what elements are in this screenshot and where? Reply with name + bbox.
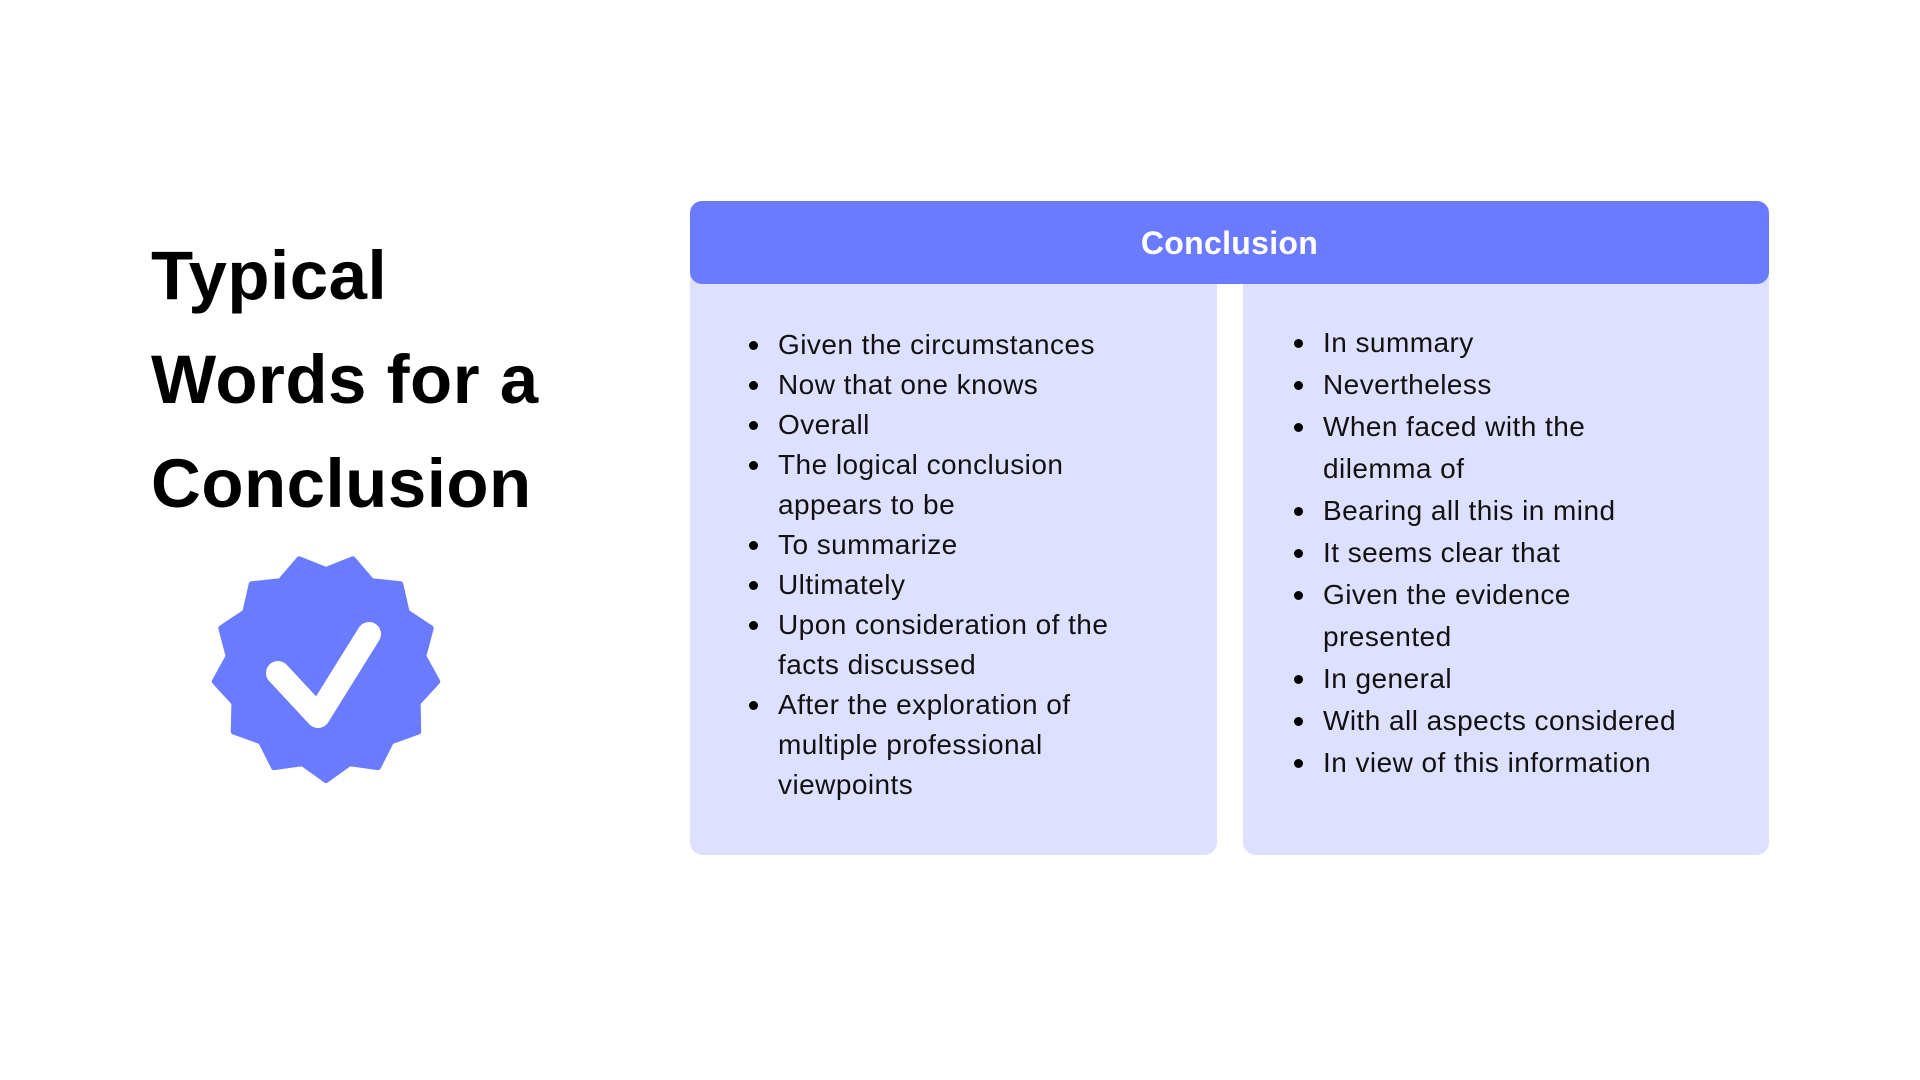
list-item-text: It seems clear that bbox=[1323, 537, 1561, 568]
list-item: Upon consideration of the facts discussed bbox=[749, 605, 1198, 685]
list-item-text: When faced with the bbox=[1323, 411, 1586, 442]
list-item-text: With all aspects considered bbox=[1323, 705, 1676, 736]
right-column: In summary Nevertheless When faced with th… bbox=[1243, 271, 1769, 855]
list-item: Given the evidence presented bbox=[1294, 574, 1753, 658]
bullet-icon bbox=[749, 341, 758, 350]
list-item-text: appears to be bbox=[778, 489, 956, 520]
list-item-text: After the exploration of bbox=[778, 689, 1071, 720]
list-item-text: Overall bbox=[778, 409, 870, 440]
bullet-icon bbox=[749, 701, 758, 710]
page-title-line: Typical bbox=[151, 237, 388, 314]
list-item-text: facts discussed bbox=[778, 649, 977, 680]
list-item-text: Now that one knows bbox=[778, 369, 1039, 400]
bullet-icon bbox=[1294, 507, 1303, 516]
list-item-text: dilemma of bbox=[1323, 453, 1465, 484]
list-item-text: Ultimately bbox=[778, 569, 906, 600]
bullet-icon bbox=[1294, 549, 1303, 558]
left-phrase-list: Given the circumstances Now that one know… bbox=[749, 325, 1198, 805]
table-header-label: Conclusion bbox=[1140, 225, 1319, 261]
verified-badge-svg bbox=[211, 556, 441, 783]
list-item-text: Bearing all this in mind bbox=[1323, 495, 1616, 526]
badge-star-shape bbox=[211, 556, 441, 783]
list-item: The logical conclusion appears to be bbox=[749, 445, 1198, 525]
list-item: Bearing all this in mind bbox=[1294, 490, 1753, 532]
list-item: After the exploration of multiple profess… bbox=[749, 685, 1198, 805]
list-item-text: presented bbox=[1323, 621, 1452, 652]
bullet-icon bbox=[1294, 717, 1303, 726]
bullet-icon bbox=[749, 581, 758, 590]
list-item: Nevertheless bbox=[1294, 364, 1753, 406]
list-item-text: To summarize bbox=[778, 529, 958, 560]
table-header: Conclusion bbox=[690, 201, 1769, 284]
list-item-text: viewpoints bbox=[778, 769, 914, 800]
bullet-icon bbox=[1294, 591, 1303, 600]
list-item: Given the circumstances bbox=[749, 325, 1198, 365]
conclusion-table: Conclusion Given the circumstances Now th… bbox=[690, 201, 1769, 855]
list-item: When faced with the dilemma of bbox=[1294, 406, 1753, 490]
verified-badge-icon bbox=[206, 550, 446, 790]
list-item-text: In view of this information bbox=[1323, 747, 1652, 778]
bullet-icon bbox=[1294, 423, 1303, 432]
bullet-icon bbox=[749, 381, 758, 390]
right-phrase-list: In summary Nevertheless When faced with th… bbox=[1294, 322, 1753, 784]
list-item: Ultimately bbox=[749, 565, 1198, 605]
bullet-icon bbox=[1294, 339, 1303, 348]
page-title: Typical Words for a Conclusion bbox=[151, 224, 539, 536]
list-item: In view of this information bbox=[1294, 742, 1753, 784]
list-item: With all aspects considered bbox=[1294, 700, 1753, 742]
list-item-text: The logical conclusion bbox=[778, 449, 1064, 480]
list-item: To summarize bbox=[749, 525, 1198, 565]
list-item: Now that one knows bbox=[749, 365, 1198, 405]
list-item: In general bbox=[1294, 658, 1753, 700]
list-item: Overall bbox=[749, 405, 1198, 445]
list-item: It seems clear that bbox=[1294, 532, 1753, 574]
list-item-text: In summary bbox=[1323, 327, 1474, 358]
bullet-icon bbox=[749, 541, 758, 550]
list-item-text: multiple professional bbox=[778, 729, 1043, 760]
left-column: Given the circumstances Now that one know… bbox=[690, 271, 1217, 855]
bullet-icon bbox=[1294, 675, 1303, 684]
list-item: In summary bbox=[1294, 322, 1753, 364]
list-item-text: Given the circumstances bbox=[778, 329, 1095, 360]
page-title-line: Words for a bbox=[151, 341, 539, 418]
bullet-icon bbox=[1294, 381, 1303, 390]
bullet-icon bbox=[749, 621, 758, 630]
bullet-icon bbox=[749, 461, 758, 470]
bullet-icon bbox=[1294, 759, 1303, 768]
list-item-text: Upon consideration of the bbox=[778, 609, 1109, 640]
page-title-line: Conclusion bbox=[151, 445, 532, 522]
list-item-text: In general bbox=[1323, 663, 1453, 694]
list-item-text: Nevertheless bbox=[1323, 369, 1492, 400]
bullet-icon bbox=[749, 421, 758, 430]
list-item-text: Given the evidence bbox=[1323, 579, 1571, 610]
